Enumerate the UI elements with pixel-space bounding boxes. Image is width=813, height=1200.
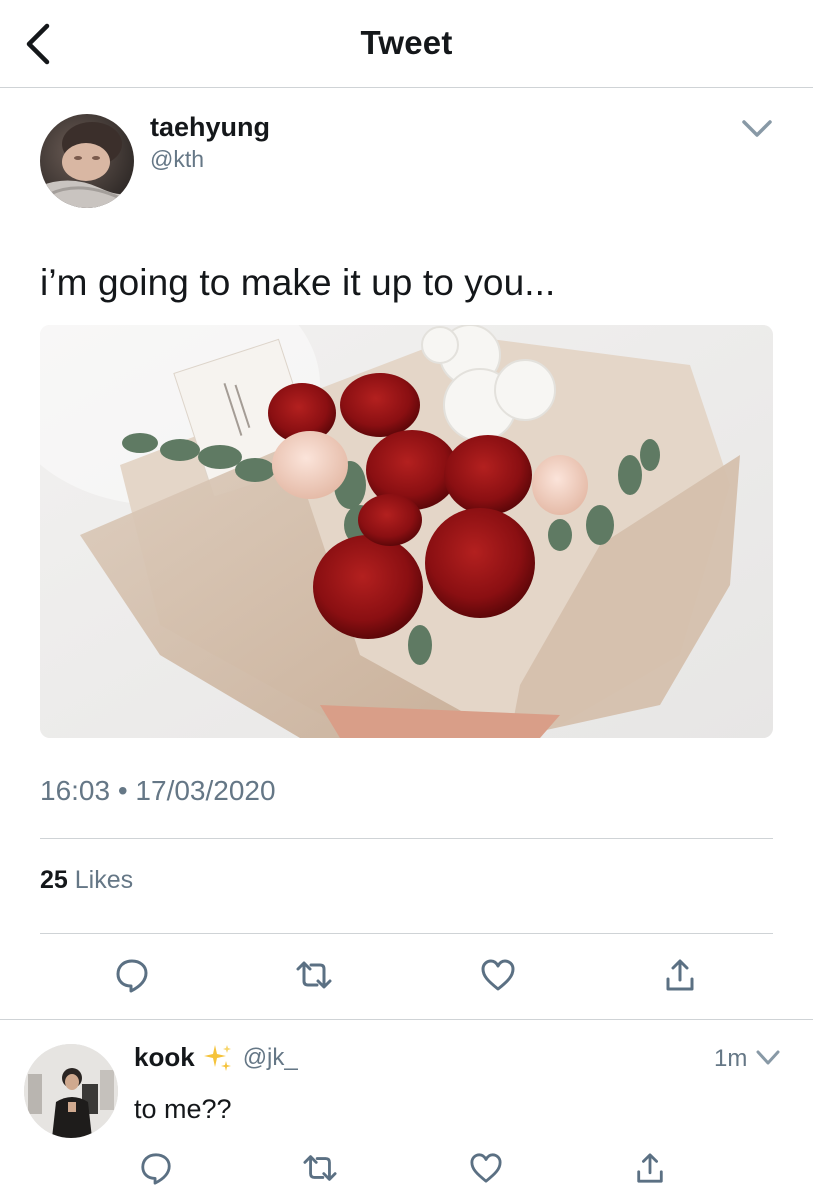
reply-reply-button[interactable] bbox=[136, 1148, 176, 1188]
reply-button[interactable] bbox=[112, 955, 152, 995]
retweet-button[interactable] bbox=[294, 955, 334, 995]
share-icon bbox=[637, 1153, 663, 1183]
likes-label: Likes bbox=[74, 866, 134, 894]
divider bbox=[0, 1019, 813, 1020]
author-handle[interactable]: @kth bbox=[150, 146, 204, 173]
tweet-text: i’m going to make it up to you... bbox=[40, 262, 556, 303]
reply-like-button[interactable] bbox=[466, 1148, 506, 1188]
retweet-icon bbox=[296, 961, 332, 989]
reply-text: to me?? bbox=[134, 1094, 232, 1124]
comment-icon bbox=[141, 1153, 171, 1185]
tweet-media-image[interactable] bbox=[40, 325, 773, 738]
reply-retweet-button[interactable] bbox=[300, 1148, 340, 1188]
likes-number: 25 bbox=[40, 866, 68, 894]
top-navigation-bar: Tweet bbox=[0, 0, 813, 88]
likes-count[interactable]: 25 Likes bbox=[40, 866, 133, 895]
bouquet-photo bbox=[40, 325, 773, 738]
share-button[interactable] bbox=[660, 955, 700, 995]
tweet-timestamp: 16:03 • 17/03/2020 bbox=[40, 775, 276, 806]
divider bbox=[40, 933, 773, 934]
sparkles-emoji-icon bbox=[203, 1044, 231, 1071]
retweet-icon bbox=[303, 1155, 337, 1181]
reply-share-button[interactable] bbox=[630, 1148, 670, 1188]
heart-icon bbox=[481, 959, 515, 991]
author-name[interactable]: taehyung bbox=[150, 112, 270, 143]
reply-time: 1m bbox=[714, 1045, 748, 1072]
chevron-down-icon[interactable] bbox=[740, 116, 774, 142]
share-icon bbox=[666, 959, 694, 991]
reply-header: kook @jk_ bbox=[134, 1042, 298, 1073]
tweet-detail-page: Tweet taehyung @kth i’m going to make it… bbox=[0, 0, 813, 1200]
comment-icon bbox=[116, 959, 148, 993]
author-avatar[interactable] bbox=[40, 114, 134, 208]
avatar-photo bbox=[40, 114, 134, 208]
heart-icon bbox=[470, 1153, 502, 1183]
divider bbox=[40, 838, 773, 839]
avatar-photo bbox=[24, 1044, 118, 1138]
chevron-down-icon[interactable] bbox=[754, 1047, 782, 1069]
reply-author-avatar[interactable] bbox=[24, 1044, 118, 1138]
like-button[interactable] bbox=[478, 955, 518, 995]
page-title: Tweet bbox=[360, 24, 453, 61]
reply-author-handle[interactable]: @jk_ bbox=[243, 1044, 298, 1072]
reply-author-name[interactable]: kook bbox=[134, 1042, 195, 1073]
